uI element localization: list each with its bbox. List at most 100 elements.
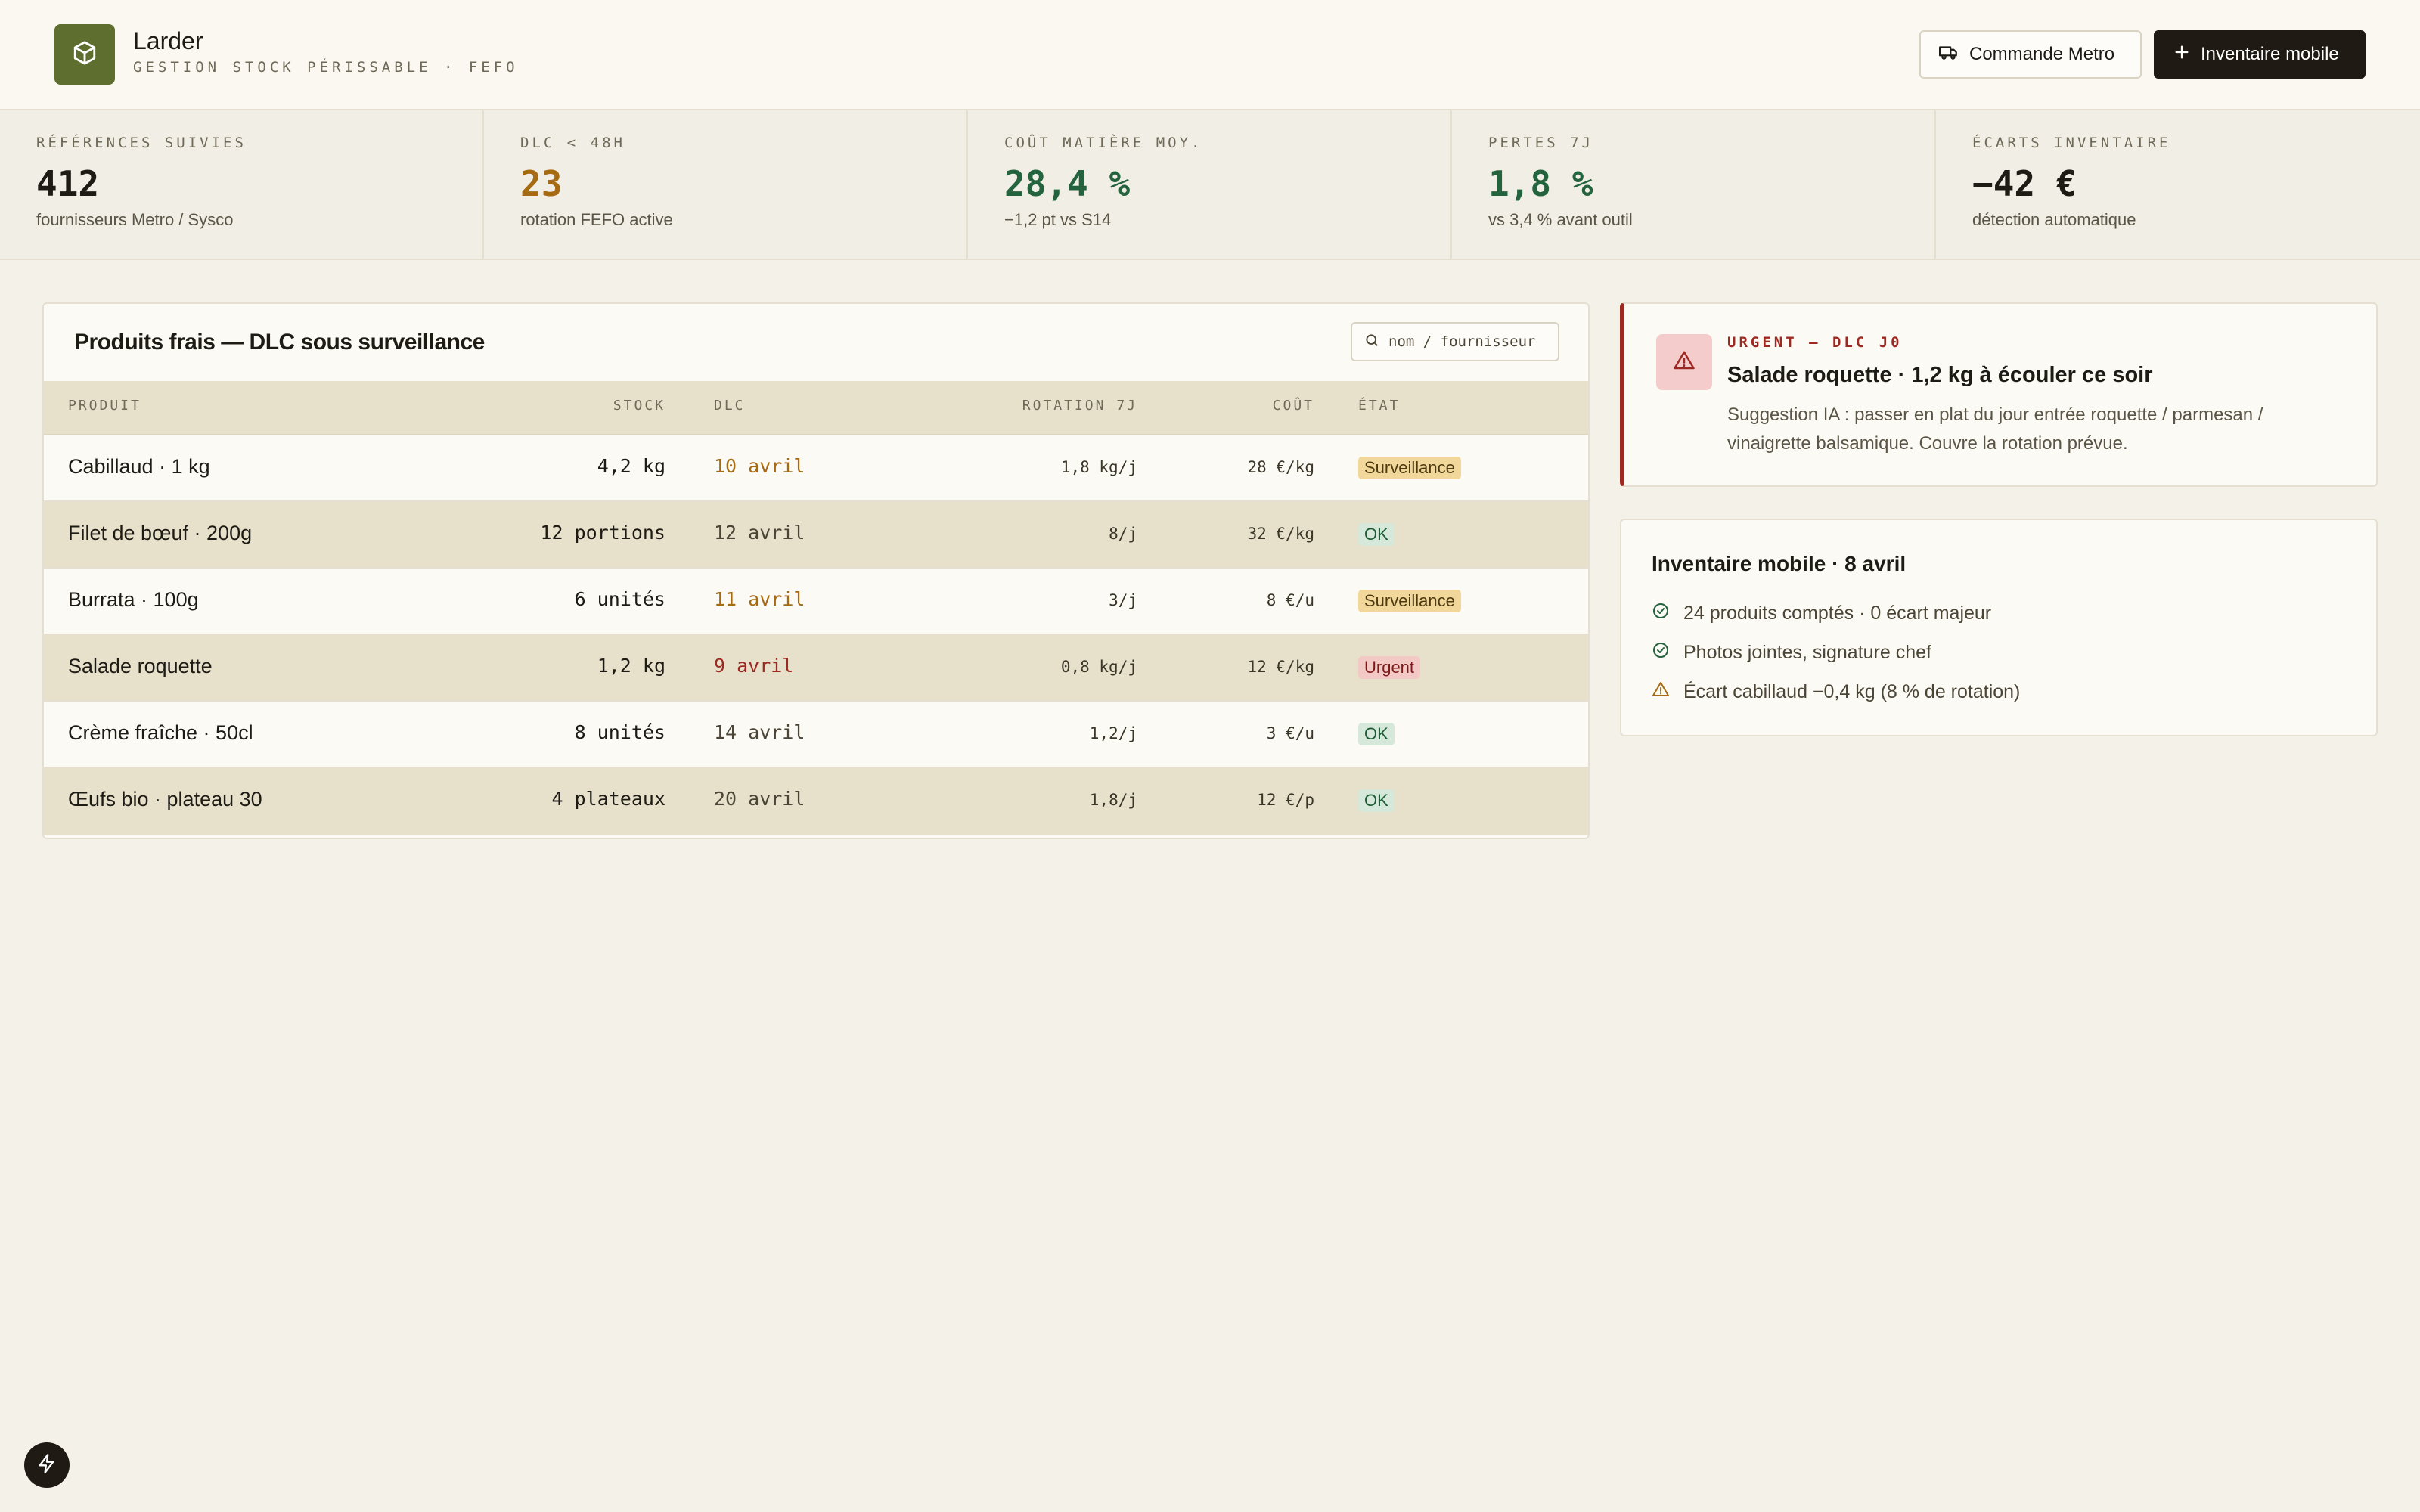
warning-icon: [1673, 349, 1696, 376]
kpi-note: vs 3,4 % avant outil: [1488, 210, 1633, 229]
check-circle-icon: [1652, 641, 1670, 665]
mobile-inventory-label: Inventaire mobile: [2201, 44, 2339, 64]
product-cost: 12 €/kg: [1247, 658, 1314, 676]
column-header-cost[interactable]: COÛT: [1273, 398, 1314, 414]
product-dlc: 12 avril: [714, 522, 805, 544]
kpi-note: détection automatique: [1972, 210, 2136, 229]
table-row[interactable]: Cabillaud · 1 kg 4,2 kg 10 avril 1,8 kg/…: [44, 435, 1588, 502]
inventory-item-text: Écart cabillaud −0,4 kg (8 % de rotation…: [1683, 681, 2021, 702]
inventory-item: Photos jointes, signature chef: [1652, 641, 1931, 665]
kpi-label: RÉFÉRENCES SUIVIES: [36, 135, 247, 151]
product-dlc: 11 avril: [714, 588, 805, 610]
status-badge: Surveillance: [1358, 590, 1461, 612]
product-name: Burrata · 100g: [68, 588, 199, 611]
table-header: PRODUIT STOCK DLC ROTATION 7J COÛT ÉTAT: [44, 381, 1588, 435]
product-cost: 8 €/u: [1266, 591, 1314, 609]
product-stock: 6 unités: [574, 588, 666, 610]
kpi-note: −1,2 pt vs S14: [1004, 210, 1112, 229]
kpi-variance: ÉCARTS INVENTAIRE −42 € détection automa…: [1936, 110, 2420, 259]
column-header-stock[interactable]: STOCK: [613, 398, 666, 414]
kpi-value: 412: [36, 163, 100, 204]
inventory-item: 24 produits comptés · 0 écart majeur: [1652, 602, 1991, 625]
mobile-inventory-card[interactable]: Inventaire mobile · 8 avril 24 produits …: [1620, 519, 2378, 736]
urgent-icon-box: [1656, 334, 1712, 390]
app-title: Larder: [133, 27, 203, 54]
column-header-state[interactable]: ÉTAT: [1358, 398, 1400, 414]
product-name: Filet de bœuf · 200g: [68, 522, 253, 544]
kpi-label: DLC < 48H: [520, 135, 625, 151]
plus-icon: [2173, 44, 2190, 66]
product-cost: 32 €/kg: [1247, 525, 1314, 543]
app-subtitle: GESTION STOCK PÉRISSABLE · FEFO: [133, 59, 519, 76]
product-stock: 4,2 kg: [597, 455, 666, 477]
lightning-icon: [36, 1453, 57, 1478]
urgent-suggestion: Suggestion IA : passer en plat du jour e…: [1727, 404, 2263, 454]
kpi-label: ÉCARTS INVENTAIRE: [1972, 135, 2171, 151]
status-badge: OK: [1358, 523, 1395, 546]
kpi-cost: COÛT MATIÈRE MOY. 28,4 % −1,2 pt vs S14: [968, 110, 1452, 259]
inventory-item-text: Photos jointes, signature chef: [1683, 642, 1931, 663]
product-dlc: 20 avril: [714, 788, 805, 810]
product-dlc: 9 avril: [714, 655, 794, 677]
search-input[interactable]: nom / fournisseur: [1351, 322, 1559, 361]
table-row[interactable]: Burrata · 100g 6 unités 11 avril 3/j 8 €…: [44, 569, 1588, 635]
inventory-item: Écart cabillaud −0,4 kg (8 % de rotation…: [1652, 680, 2020, 704]
table-row[interactable]: Crème fraîche · 50cl 8 unités 14 avril 1…: [44, 702, 1588, 768]
product-rotation: 1,8/j: [1089, 791, 1137, 809]
truck-icon: [1939, 42, 1959, 67]
mobile-inventory-button[interactable]: Inventaire mobile: [2154, 30, 2366, 79]
kpi-dlc: DLC < 48H 23 rotation FEFO active: [484, 110, 968, 259]
metro-order-label: Commande Metro: [1969, 44, 2115, 64]
kpi-losses: PERTES 7J 1,8 % vs 3,4 % avant outil: [1452, 110, 1936, 259]
kpi-value: 23: [520, 163, 563, 204]
status-badge: OK: [1358, 723, 1395, 745]
product-dlc: 10 avril: [714, 455, 805, 477]
product-name: Crème fraîche · 50cl: [68, 721, 253, 744]
app-header: Larder GESTION STOCK PÉRISSABLE · FEFO C…: [0, 0, 2420, 110]
kpi-value: 1,8 %: [1488, 163, 1593, 204]
product-dlc: 14 avril: [714, 721, 805, 743]
product-stock: 1,2 kg: [597, 655, 666, 677]
status-badge: Urgent: [1358, 656, 1421, 679]
inventory-title: Inventaire mobile · 8 avril: [1652, 552, 1907, 575]
column-header-rotation[interactable]: ROTATION 7J: [1022, 398, 1137, 414]
status-badge: OK: [1358, 789, 1395, 812]
kpi-references: RÉFÉRENCES SUIVIES 412 fournisseurs Metr…: [0, 110, 484, 259]
table-row[interactable]: Salade roquette 1,2 kg 9 avril 0,8 kg/j …: [44, 635, 1588, 702]
product-cost: 3 €/u: [1266, 724, 1314, 742]
kpi-label: COÛT MATIÈRE MOY.: [1004, 135, 1203, 151]
urgent-alert-card[interactable]: URGENT — DLC J0 Salade roquette · 1,2 kg…: [1620, 302, 2378, 487]
check-circle-icon: [1652, 602, 1670, 625]
metro-order-button[interactable]: Commande Metro: [1919, 30, 2142, 79]
product-cost: 12 €/p: [1257, 791, 1314, 809]
product-rotation: 8/j: [1109, 525, 1137, 543]
kpi-strip: RÉFÉRENCES SUIVIES 412 fournisseurs Metr…: [0, 110, 2420, 260]
fresh-products-table-card: Produits frais — DLC sous surveillance n…: [42, 302, 1590, 839]
product-stock: 4 plateaux: [551, 788, 666, 810]
quick-action-button[interactable]: [24, 1442, 70, 1488]
app-logo: [54, 24, 115, 85]
table-row[interactable]: Filet de bœuf · 200g 12 portions 12 avri…: [44, 502, 1588, 569]
product-rotation: 1,8 kg/j: [1060, 458, 1137, 476]
table-row[interactable]: Œufs bio · plateau 30 4 plateaux 20 avri…: [44, 768, 1588, 835]
search-icon: [1364, 333, 1379, 352]
kpi-value: −42 €: [1972, 163, 2077, 204]
product-name: Salade roquette: [68, 655, 213, 677]
product-cost: 28 €/kg: [1247, 458, 1314, 476]
product-rotation: 3/j: [1109, 591, 1137, 609]
search-placeholder: nom / fournisseur: [1388, 333, 1536, 350]
column-header-product[interactable]: PRODUIT: [68, 398, 141, 414]
kpi-note: rotation FEFO active: [520, 210, 673, 229]
product-stock: 8 unités: [574, 721, 666, 743]
box-icon: [72, 40, 98, 70]
status-badge: Surveillance: [1358, 457, 1461, 479]
inventory-item-text: 24 produits comptés · 0 écart majeur: [1683, 603, 1992, 624]
product-stock: 12 portions: [540, 522, 666, 544]
column-header-dlc[interactable]: DLC: [714, 398, 746, 414]
kpi-label: PERTES 7J: [1488, 135, 1593, 151]
urgent-title: Salade roquette · 1,2 kg à écouler ce so…: [1727, 363, 2153, 387]
product-name: Cabillaud · 1 kg: [68, 455, 210, 478]
table-title: Produits frais — DLC sous surveillance: [74, 330, 485, 355]
product-rotation: 0,8 kg/j: [1060, 658, 1137, 676]
kpi-value: 28,4 %: [1004, 163, 1131, 204]
